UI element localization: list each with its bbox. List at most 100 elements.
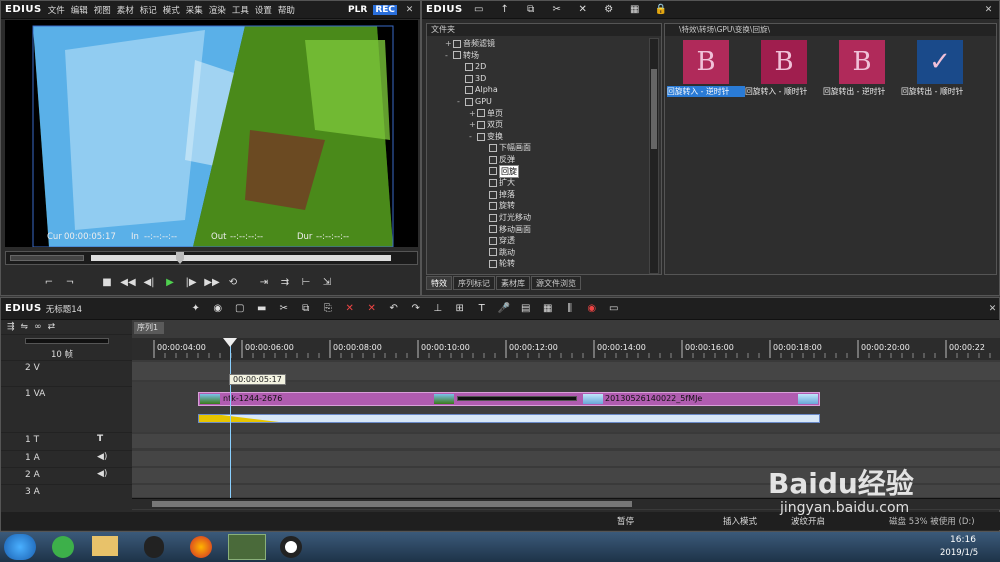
cut-icon[interactable]: ✂	[549, 2, 565, 18]
mixer-icon[interactable]: ⫼	[562, 301, 578, 317]
title-icon[interactable]: T	[474, 301, 490, 317]
set-in-icon[interactable]: ⌐	[41, 274, 57, 290]
qq-icon[interactable]	[144, 536, 164, 558]
timeline-cursor[interactable]	[230, 338, 231, 498]
stop-icon[interactable]: ■	[99, 274, 115, 290]
properties-icon[interactable]: ⚙	[601, 2, 617, 18]
insert-to-timeline-icon[interactable]: ⇥	[256, 274, 272, 290]
tree-item[interactable]: 3D	[427, 73, 647, 85]
menu-item[interactable]: 工具	[232, 6, 249, 16]
menu-item[interactable]: 采集	[186, 6, 203, 16]
loop-icon[interactable]: ⟲	[225, 274, 241, 290]
close-icon[interactable]: ✕	[403, 3, 416, 16]
playhead-marker[interactable]	[176, 252, 184, 264]
menu-item[interactable]: 渲染	[209, 6, 226, 16]
transition-marker[interactable]	[457, 396, 577, 401]
render-icon[interactable]: ▤	[518, 301, 534, 317]
folder-icon[interactable]: ▭	[471, 2, 487, 18]
match-frame-icon[interactable]: ⊢	[298, 274, 314, 290]
library-tab[interactable]: 素材库	[496, 276, 530, 290]
record-icon[interactable]	[280, 536, 302, 558]
tree-item[interactable]: 扩大	[427, 177, 647, 189]
delete-clip-icon[interactable]: ✕	[342, 301, 358, 317]
video-clip[interactable]: ntk-1244-2676 20130526140022_5fMJe	[198, 392, 820, 406]
vectorscope-icon[interactable]: ◉	[584, 301, 600, 317]
menu-item[interactable]: 标记	[140, 6, 157, 16]
effect-item[interactable]: B 回旋转入 - 顺时针	[745, 38, 823, 98]
zoom-slider[interactable]	[25, 338, 109, 344]
track-1a[interactable]: 1 A ◀)	[1, 450, 132, 466]
overwrite-to-timeline-icon[interactable]: ⇉	[277, 274, 293, 290]
lock-icon[interactable]: 🔒	[653, 2, 669, 18]
redo-icon[interactable]: ↷	[408, 301, 424, 317]
up-folder-icon[interactable]: ↑	[497, 2, 513, 18]
track-tool-icon[interactable]: ⇶	[7, 322, 15, 332]
step-forward-icon[interactable]: |▶	[183, 274, 199, 290]
tree-item[interactable]: 灯光移动	[427, 212, 647, 224]
link-icon[interactable]: ⊞	[452, 301, 468, 317]
library-close-icon[interactable]: ✕	[982, 3, 995, 16]
play-icon[interactable]: ▶	[162, 274, 178, 290]
cut-clip-icon[interactable]: ✂	[276, 301, 292, 317]
tree-item[interactable]: + 双页	[427, 119, 647, 131]
capture-icon[interactable]: ◉	[210, 301, 226, 317]
expander-icon[interactable]: -	[445, 50, 453, 62]
new-sequence-icon[interactable]: ✦	[188, 301, 204, 317]
tree-item[interactable]: 轮转	[427, 258, 647, 270]
effect-item[interactable]: ✓ 回旋转出 - 顺时针	[901, 38, 979, 98]
new-folder-icon[interactable]: ⧉	[523, 2, 539, 18]
start-button[interactable]	[4, 534, 36, 560]
tree-item[interactable]: - 转场	[427, 50, 647, 62]
plr-button[interactable]: PLR	[348, 5, 367, 15]
track-lane-1va[interactable]	[132, 382, 1000, 432]
track-tool-icon[interactable]: ⇋	[21, 322, 29, 332]
ie-icon[interactable]	[52, 536, 74, 558]
speaker-icon[interactable]: ◀)	[97, 469, 107, 479]
undo-icon[interactable]: ↶	[386, 301, 402, 317]
track-2v[interactable]: 2 V	[1, 360, 132, 386]
track-1va[interactable]: 1 VA	[1, 386, 132, 432]
expander-icon[interactable]: -	[469, 131, 477, 143]
timeline-close-icon[interactable]: ✕	[986, 302, 999, 315]
expander-icon[interactable]: -	[457, 96, 465, 108]
layout-icon[interactable]: ▭	[606, 301, 622, 317]
paste-icon[interactable]: ⎘	[320, 301, 336, 317]
track-1t[interactable]: 1 T T	[1, 432, 132, 448]
tree-item[interactable]: + 单页	[427, 108, 647, 120]
tree-item[interactable]: Alpha	[427, 84, 647, 96]
ripple-delete-icon[interactable]: ✕	[364, 301, 380, 317]
rec-button[interactable]: REC	[373, 4, 397, 15]
tree-item[interactable]: + 音频滤镜	[427, 38, 647, 50]
explorer-icon[interactable]	[92, 536, 118, 556]
library-tab[interactable]: 特效	[426, 276, 452, 290]
menu-item[interactable]: 视图	[94, 6, 111, 16]
sync-icon[interactable]: ∞	[34, 322, 42, 332]
tree-item[interactable]: 掉落	[427, 189, 647, 201]
set-out-icon[interactable]: ¬	[62, 274, 78, 290]
step-back-icon[interactable]: ◀|	[141, 274, 157, 290]
copy-icon[interactable]: ⧉	[298, 301, 314, 317]
scrub-bar[interactable]	[5, 251, 418, 265]
firefox-icon[interactable]	[190, 536, 212, 558]
tree-item[interactable]: 移动画面	[427, 224, 647, 236]
track-lane-1t[interactable]	[132, 434, 1000, 448]
microphone-icon[interactable]: 🎤	[496, 301, 512, 317]
menu-item[interactable]: 设置	[255, 6, 272, 16]
view-icon[interactable]: ▦	[627, 2, 643, 18]
tree-item[interactable]: - GPU	[427, 96, 647, 108]
effect-item[interactable]: B 回旋转入 - 逆时针	[667, 38, 745, 98]
speaker-icon[interactable]: ◀)	[97, 452, 107, 462]
edius-task-icon[interactable]	[228, 534, 266, 560]
fast-forward-icon[interactable]: ▶▶	[204, 274, 220, 290]
rewind-icon[interactable]: ◀◀	[120, 274, 136, 290]
grid-icon[interactable]: ▦	[540, 301, 556, 317]
sequence-tab[interactable]: 序列1	[134, 322, 164, 334]
menu-item[interactable]: 素材	[117, 6, 134, 16]
effect-item[interactable]: B 回旋转出 - 逆时针	[823, 38, 901, 98]
tree-item[interactable]: 反弹	[427, 154, 647, 166]
library-tab[interactable]: 源文件浏览	[531, 276, 581, 290]
open-project-icon[interactable]: ▢	[232, 301, 248, 317]
folder-scrollbar[interactable]	[649, 38, 659, 274]
expander-icon[interactable]: +	[469, 119, 477, 131]
menu-item[interactable]: 模式	[163, 6, 180, 16]
